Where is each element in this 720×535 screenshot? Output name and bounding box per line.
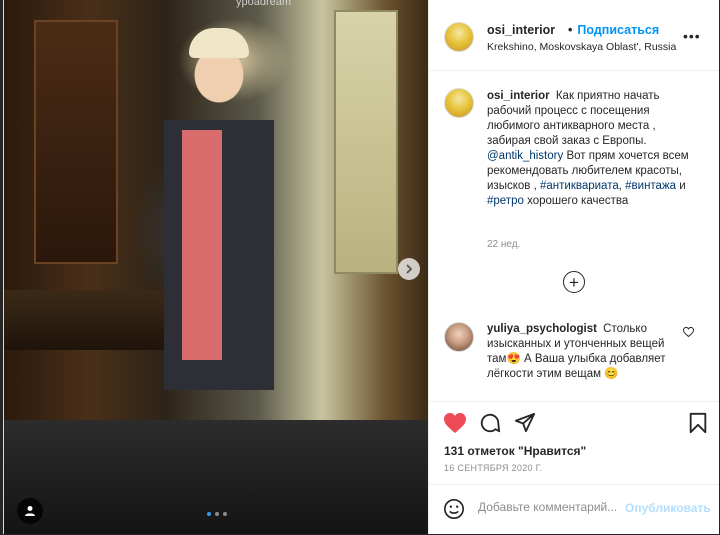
photo-dress xyxy=(182,130,222,360)
add-comment-bar: Опубликовать xyxy=(429,484,719,535)
post-photo[interactable]: ypoadream xyxy=(4,0,428,534)
mention-link[interactable]: @antik_history xyxy=(487,150,563,162)
caption-username[interactable]: osi_interior xyxy=(487,90,550,102)
load-more-comments-button[interactable]: + xyxy=(563,271,585,293)
tagged-users-button[interactable] xyxy=(17,498,43,524)
chevron-right-icon xyxy=(406,264,413,274)
hashtag-link[interactable]: #антиквариата xyxy=(540,180,619,192)
user-icon xyxy=(25,506,35,516)
caption-text: хорошего качества xyxy=(527,195,629,207)
save-button[interactable] xyxy=(685,410,711,436)
likes-count[interactable]: 131 отметок "Нравится" xyxy=(444,444,586,458)
comment-icon xyxy=(480,413,501,433)
heart-filled-icon xyxy=(444,413,466,433)
emoji-picker-button[interactable] xyxy=(443,498,465,520)
carousel-dot-active xyxy=(207,512,211,516)
next-photo-button[interactable] xyxy=(398,258,420,280)
hashtag-link[interactable]: #ретро xyxy=(487,195,524,207)
hashtag-link[interactable]: #винтажа xyxy=(625,180,676,192)
carousel-dot xyxy=(215,512,219,516)
commenter-username[interactable]: yuliya_psychologist xyxy=(487,323,597,335)
comments-list[interactable]: osi_interior Как приятно начать рабочий … xyxy=(429,71,719,401)
post-header: osi_interior • Подписаться Krekshino, Mos… xyxy=(429,0,719,71)
post-location[interactable]: Krekshino, Moskovskaya Oblast', Russia xyxy=(487,41,676,53)
comment-emoji: 😊 xyxy=(604,368,619,380)
comment: yuliya_psychologist Столько изысканных и… xyxy=(487,322,682,382)
post-comment-button[interactable]: Опубликовать xyxy=(625,501,711,515)
commenter-avatar[interactable] xyxy=(444,322,474,352)
author-username[interactable]: osi_interior xyxy=(487,23,555,37)
photo-floor xyxy=(4,420,428,534)
caption-age: 22 нед. xyxy=(487,239,521,250)
comment-emoji: 😍 xyxy=(506,353,521,365)
heart-outline-icon xyxy=(682,326,695,338)
plus-icon: + xyxy=(569,272,579,292)
like-comment-button[interactable] xyxy=(682,326,695,340)
photo-cabinet xyxy=(334,10,398,274)
bookmark-icon xyxy=(689,412,707,434)
post-sidebar: osi_interior • Подписаться Krekshino, Mos… xyxy=(428,0,719,534)
post-actions xyxy=(429,401,719,442)
smiley-icon xyxy=(444,499,464,519)
carousel-dots xyxy=(207,512,227,516)
author-avatar[interactable] xyxy=(444,22,474,52)
post-date: 16 СЕНТЯБРЯ 2020 Г. xyxy=(444,463,543,473)
post-dialog: ypoadream osi_interior • Подписаться Krek… xyxy=(3,0,719,534)
follow-label: Подписаться xyxy=(577,23,660,37)
more-options-button[interactable]: ••• xyxy=(683,28,701,44)
comment-input[interactable] xyxy=(478,500,618,514)
carousel-dot xyxy=(223,512,227,516)
like-button[interactable] xyxy=(442,410,468,436)
comment-button[interactable] xyxy=(477,410,503,436)
photo-cabinet xyxy=(34,20,118,264)
caption-text: и xyxy=(679,180,686,192)
share-button[interactable] xyxy=(512,410,538,436)
photo-watermark: ypoadream xyxy=(236,0,292,8)
caption-avatar[interactable] xyxy=(444,88,474,118)
post-caption: osi_interior Как приятно начать рабочий … xyxy=(487,90,689,207)
send-icon xyxy=(514,412,536,433)
separator: • xyxy=(568,23,573,37)
follow-button[interactable]: • Подписаться xyxy=(568,23,659,37)
